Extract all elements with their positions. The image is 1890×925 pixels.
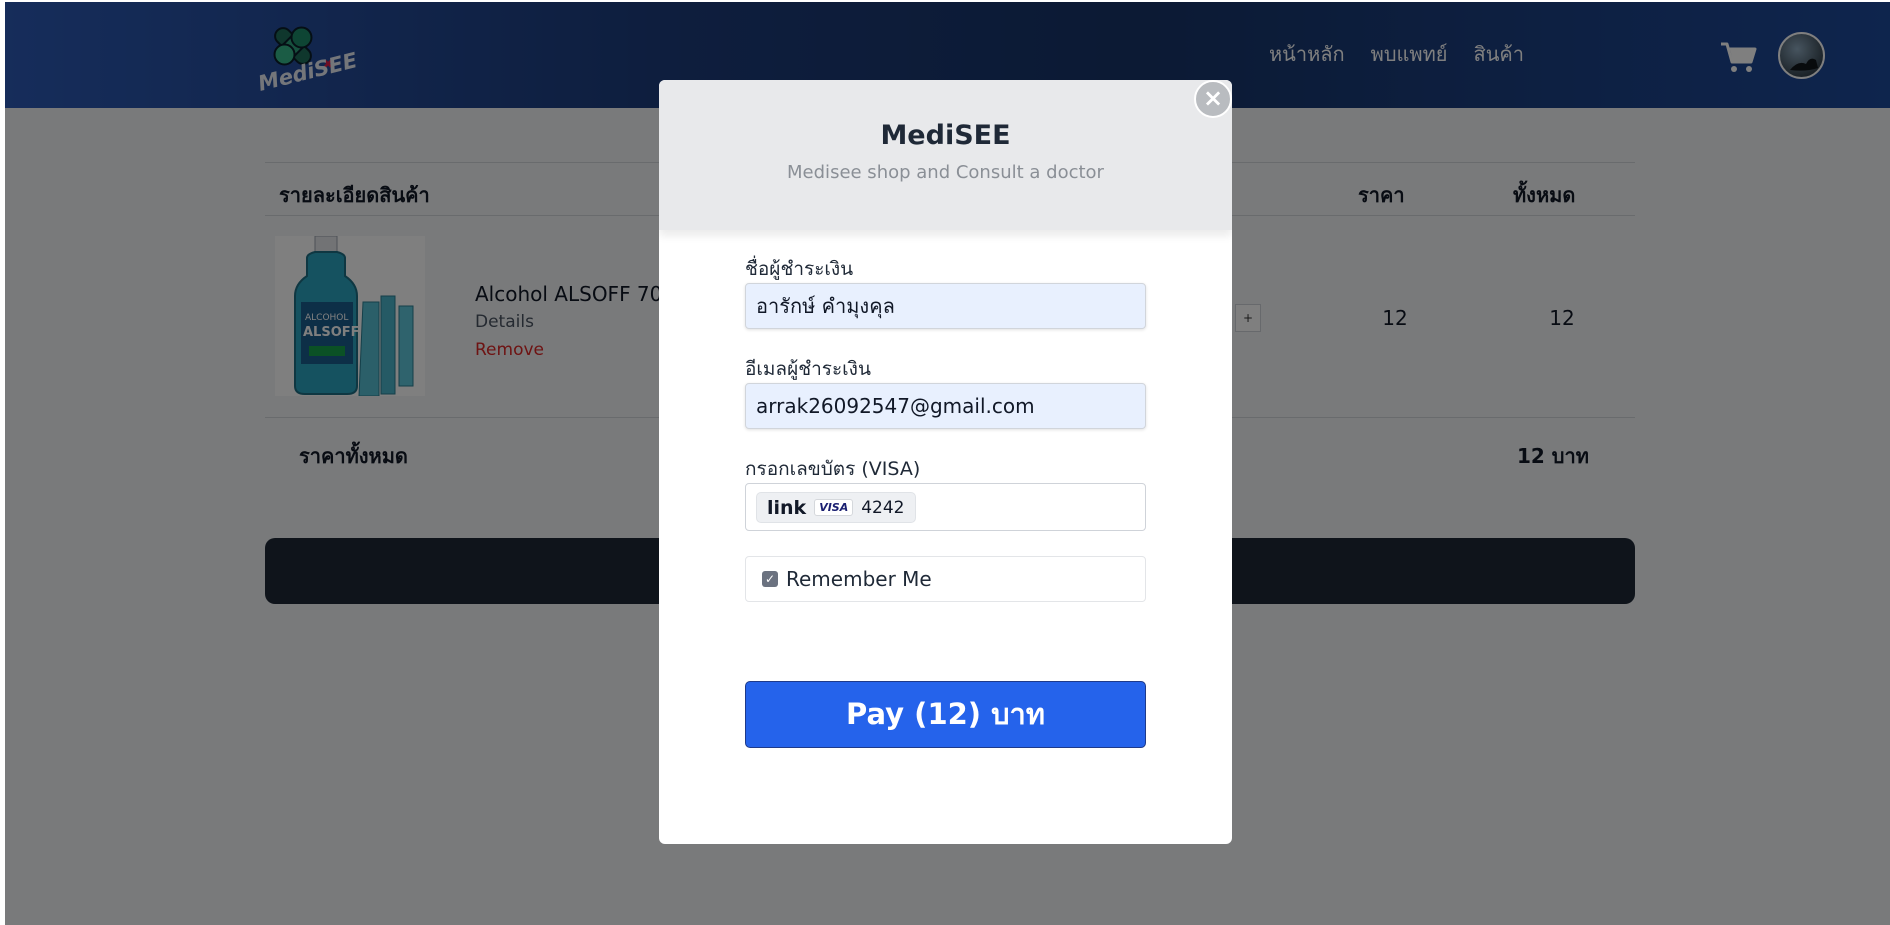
- card-field[interactable]: link VISA 4242: [745, 483, 1146, 531]
- name-field[interactable]: อารักษ์ คำมุงคุล: [745, 283, 1146, 329]
- email-label: อีเมลผู้ชำระเงิน: [745, 358, 871, 380]
- link-brand: link: [767, 496, 807, 519]
- close-modal-button[interactable]: ×: [1194, 80, 1232, 118]
- email-field[interactable]: arrak26092547@gmail.com: [745, 383, 1146, 429]
- card-label: กรอกเลขบัตร (VISA): [745, 458, 921, 480]
- visa-icon: VISA: [814, 499, 854, 516]
- remember-me-label: Remember Me: [786, 567, 932, 591]
- payment-modal: MediSEE Medisee shop and Consult a docto…: [659, 80, 1232, 844]
- modal-title: MediSEE: [880, 120, 1011, 151]
- card-last4: 4242: [861, 497, 905, 518]
- modal-header: MediSEE Medisee shop and Consult a docto…: [659, 80, 1232, 230]
- modal-subtitle: Medisee shop and Consult a doctor: [787, 162, 1104, 183]
- saved-card-chip[interactable]: link VISA 4242: [756, 492, 916, 523]
- pay-button[interactable]: Pay (12) บาท: [745, 681, 1146, 748]
- remember-me-checkbox[interactable]: ✓: [762, 571, 778, 587]
- remember-me-box[interactable]: ✓ Remember Me: [745, 556, 1146, 602]
- name-label: ชื่อผู้ชำระเงิน: [745, 258, 854, 280]
